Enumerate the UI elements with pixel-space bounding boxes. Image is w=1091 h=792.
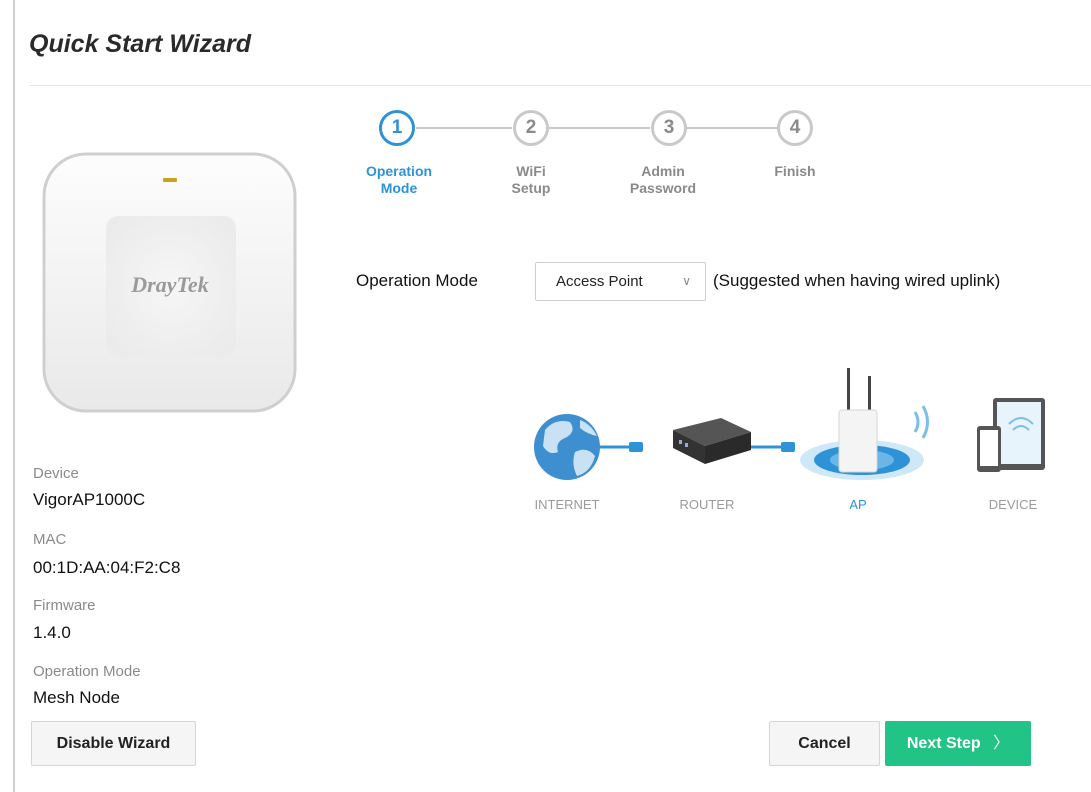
step-3-label: Admin Password (629, 163, 697, 196)
globe-icon (534, 414, 600, 480)
step-1-label: Operation Mode (365, 163, 433, 196)
mac-value: 00:1D:AA:04:F2:C8 (33, 558, 181, 577)
chevron-right-icon: 〉 (993, 735, 1010, 752)
next-step-label: Next Step (906, 735, 981, 752)
access-point-icon (800, 368, 929, 480)
operation-mode-selected: Access Point (556, 273, 643, 290)
device-opmode-label: Operation Mode (33, 663, 141, 680)
page-title: Quick Start Wizard (29, 30, 252, 58)
step-connector (687, 127, 777, 129)
disable-wizard-button[interactable]: Disable Wizard (31, 721, 196, 766)
diagram-label-router: ROUTER (679, 497, 735, 512)
diagram-label-device: DEVICE (988, 497, 1038, 512)
step-3-circle[interactable]: 3 (651, 110, 687, 146)
step-1-circle[interactable]: 1 (379, 110, 415, 146)
firmware-label: Firmware (33, 597, 96, 614)
cancel-button[interactable]: Cancel (769, 721, 880, 766)
diagram-label-ap: AP (849, 497, 867, 512)
operation-mode-select[interactable]: Access Point ∨ (535, 262, 706, 301)
device-image: DrayTek (42, 152, 297, 413)
operation-mode-hint: (Suggested when having wired uplink) (713, 271, 1001, 290)
step-connector (549, 127, 650, 129)
devices-icon (977, 398, 1045, 472)
mac-label: MAC (33, 531, 67, 548)
step-4-circle[interactable]: 4 (777, 110, 813, 146)
step-2-circle[interactable]: 2 (513, 110, 549, 146)
device-value: VigorAP1000C (33, 490, 146, 509)
brand-logo: DrayTek (130, 272, 208, 297)
device-opmode-value: Mesh Node (33, 688, 120, 707)
device-label: Device (33, 465, 79, 482)
ethernet-plug-icon (629, 442, 643, 452)
ethernet-plug-icon (781, 442, 795, 452)
chevron-down-icon: ∨ (682, 274, 691, 288)
router-icon (673, 418, 751, 464)
next-step-button[interactable]: Next Step 〉 (885, 721, 1031, 766)
diagram-label-internet: INTERNET (534, 497, 600, 512)
topology-diagram (534, 368, 1045, 480)
firmware-value: 1.4.0 (33, 623, 71, 642)
step-connector (416, 127, 512, 129)
step-4-label: Finish (774, 163, 816, 179)
step-2-label: WiFi Setup (511, 163, 551, 196)
status-led (163, 178, 177, 182)
operation-mode-label: Operation Mode (356, 271, 478, 290)
left-border (13, 0, 15, 792)
title-divider (29, 85, 1091, 86)
